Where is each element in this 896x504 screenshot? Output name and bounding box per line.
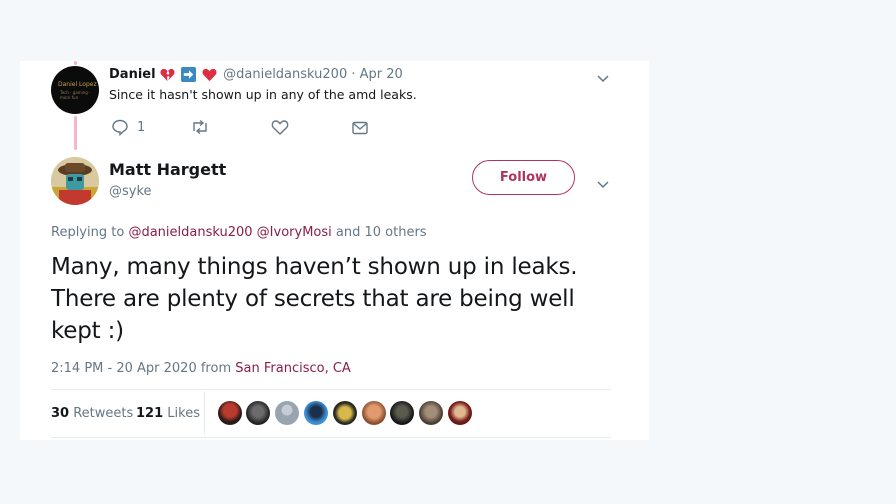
retweets-count: 30 <box>51 406 70 421</box>
reply-caret-icon[interactable] <box>596 69 610 88</box>
replying-to-line: Replying to @danieldansku200 @IvoryMosi … <box>51 225 427 240</box>
reply-author-handle[interactable]: @danieldansku200 <box>223 67 347 82</box>
replying-user-link[interactable]: @IvoryMosi <box>257 225 332 240</box>
liker-avatar[interactable] <box>333 401 357 425</box>
reply-header: Daniel @danieldansku200 · Apr 20 <box>109 66 403 84</box>
likes-count: 121 <box>136 406 164 421</box>
red-heart-emoji-icon <box>202 67 217 82</box>
reply-retweet-icon[interactable] <box>190 119 210 139</box>
likes-label: Likes <box>167 406 200 421</box>
likes-stat[interactable]: 121 Likes <box>136 406 200 421</box>
reply-comment-count: 1 <box>137 120 146 135</box>
arrow-right-emoji-icon <box>180 67 196 82</box>
tweet-metadata: 2:14 PM - 20 Apr 2020 from San Francisco… <box>51 361 351 376</box>
stats-divider-bottom <box>51 437 611 438</box>
stats-divider-vertical <box>204 391 205 435</box>
reply-author-name[interactable]: Daniel <box>109 67 156 82</box>
broken-heart-emoji-icon <box>160 67 175 82</box>
follow-button[interactable]: Follow <box>472 160 575 195</box>
avatar-logo-text: Daniel Lopez <box>58 81 97 88</box>
reply-like-icon[interactable] <box>271 119 289 139</box>
replying-to-suffix[interactable]: and 10 others <box>336 225 427 240</box>
reply-message-icon[interactable] <box>352 120 368 139</box>
replying-user-link[interactable]: @danieldansku200 <box>128 225 252 240</box>
retweets-label: Retweets <box>73 406 134 421</box>
daniel-avatar[interactable]: Daniel Lopez Tech · gaming · more fun <box>51 66 99 114</box>
main-caret-icon[interactable] <box>596 175 610 194</box>
liker-avatar[interactable] <box>419 401 443 425</box>
reply-separator: · <box>351 67 356 82</box>
thread-line-top <box>74 61 77 65</box>
liker-avatar[interactable] <box>246 401 270 425</box>
tweet-card: Daniel Lopez Tech · gaming · more fun Da… <box>20 61 649 440</box>
liker-avatar[interactable] <box>362 401 386 425</box>
matt-avatar[interactable] <box>51 157 99 205</box>
reply-date[interactable]: Apr 20 <box>360 67 403 82</box>
main-author-name[interactable]: Matt Hargett <box>109 160 226 179</box>
liker-avatar[interactable] <box>390 401 414 425</box>
thread-line-connector <box>74 116 77 150</box>
tweet-location-link[interactable]: San Francisco, CA <box>235 361 351 376</box>
reply-comment-icon[interactable] <box>111 118 129 140</box>
main-author-handle[interactable]: @syke <box>109 184 152 199</box>
retweets-stat[interactable]: 30 Retweets <box>51 406 133 421</box>
liker-avatar[interactable] <box>275 401 299 425</box>
liker-avatar[interactable] <box>448 401 472 425</box>
liker-avatar[interactable] <box>218 401 242 425</box>
stats-divider-top <box>51 389 611 390</box>
tweet-from-label: from <box>200 361 232 376</box>
reply-text: Since it hasn't shown up in any of the a… <box>109 87 417 102</box>
liker-avatar[interactable] <box>304 401 328 425</box>
main-tweet-text: Many, many things haven’t shown up in le… <box>51 254 578 344</box>
replying-to-prefix: Replying to <box>51 225 125 240</box>
avatar-logo-subtext: Tech · gaming · more fun <box>60 90 91 100</box>
tweet-timestamp[interactable]: 2:14 PM - 20 Apr 2020 <box>51 361 197 376</box>
